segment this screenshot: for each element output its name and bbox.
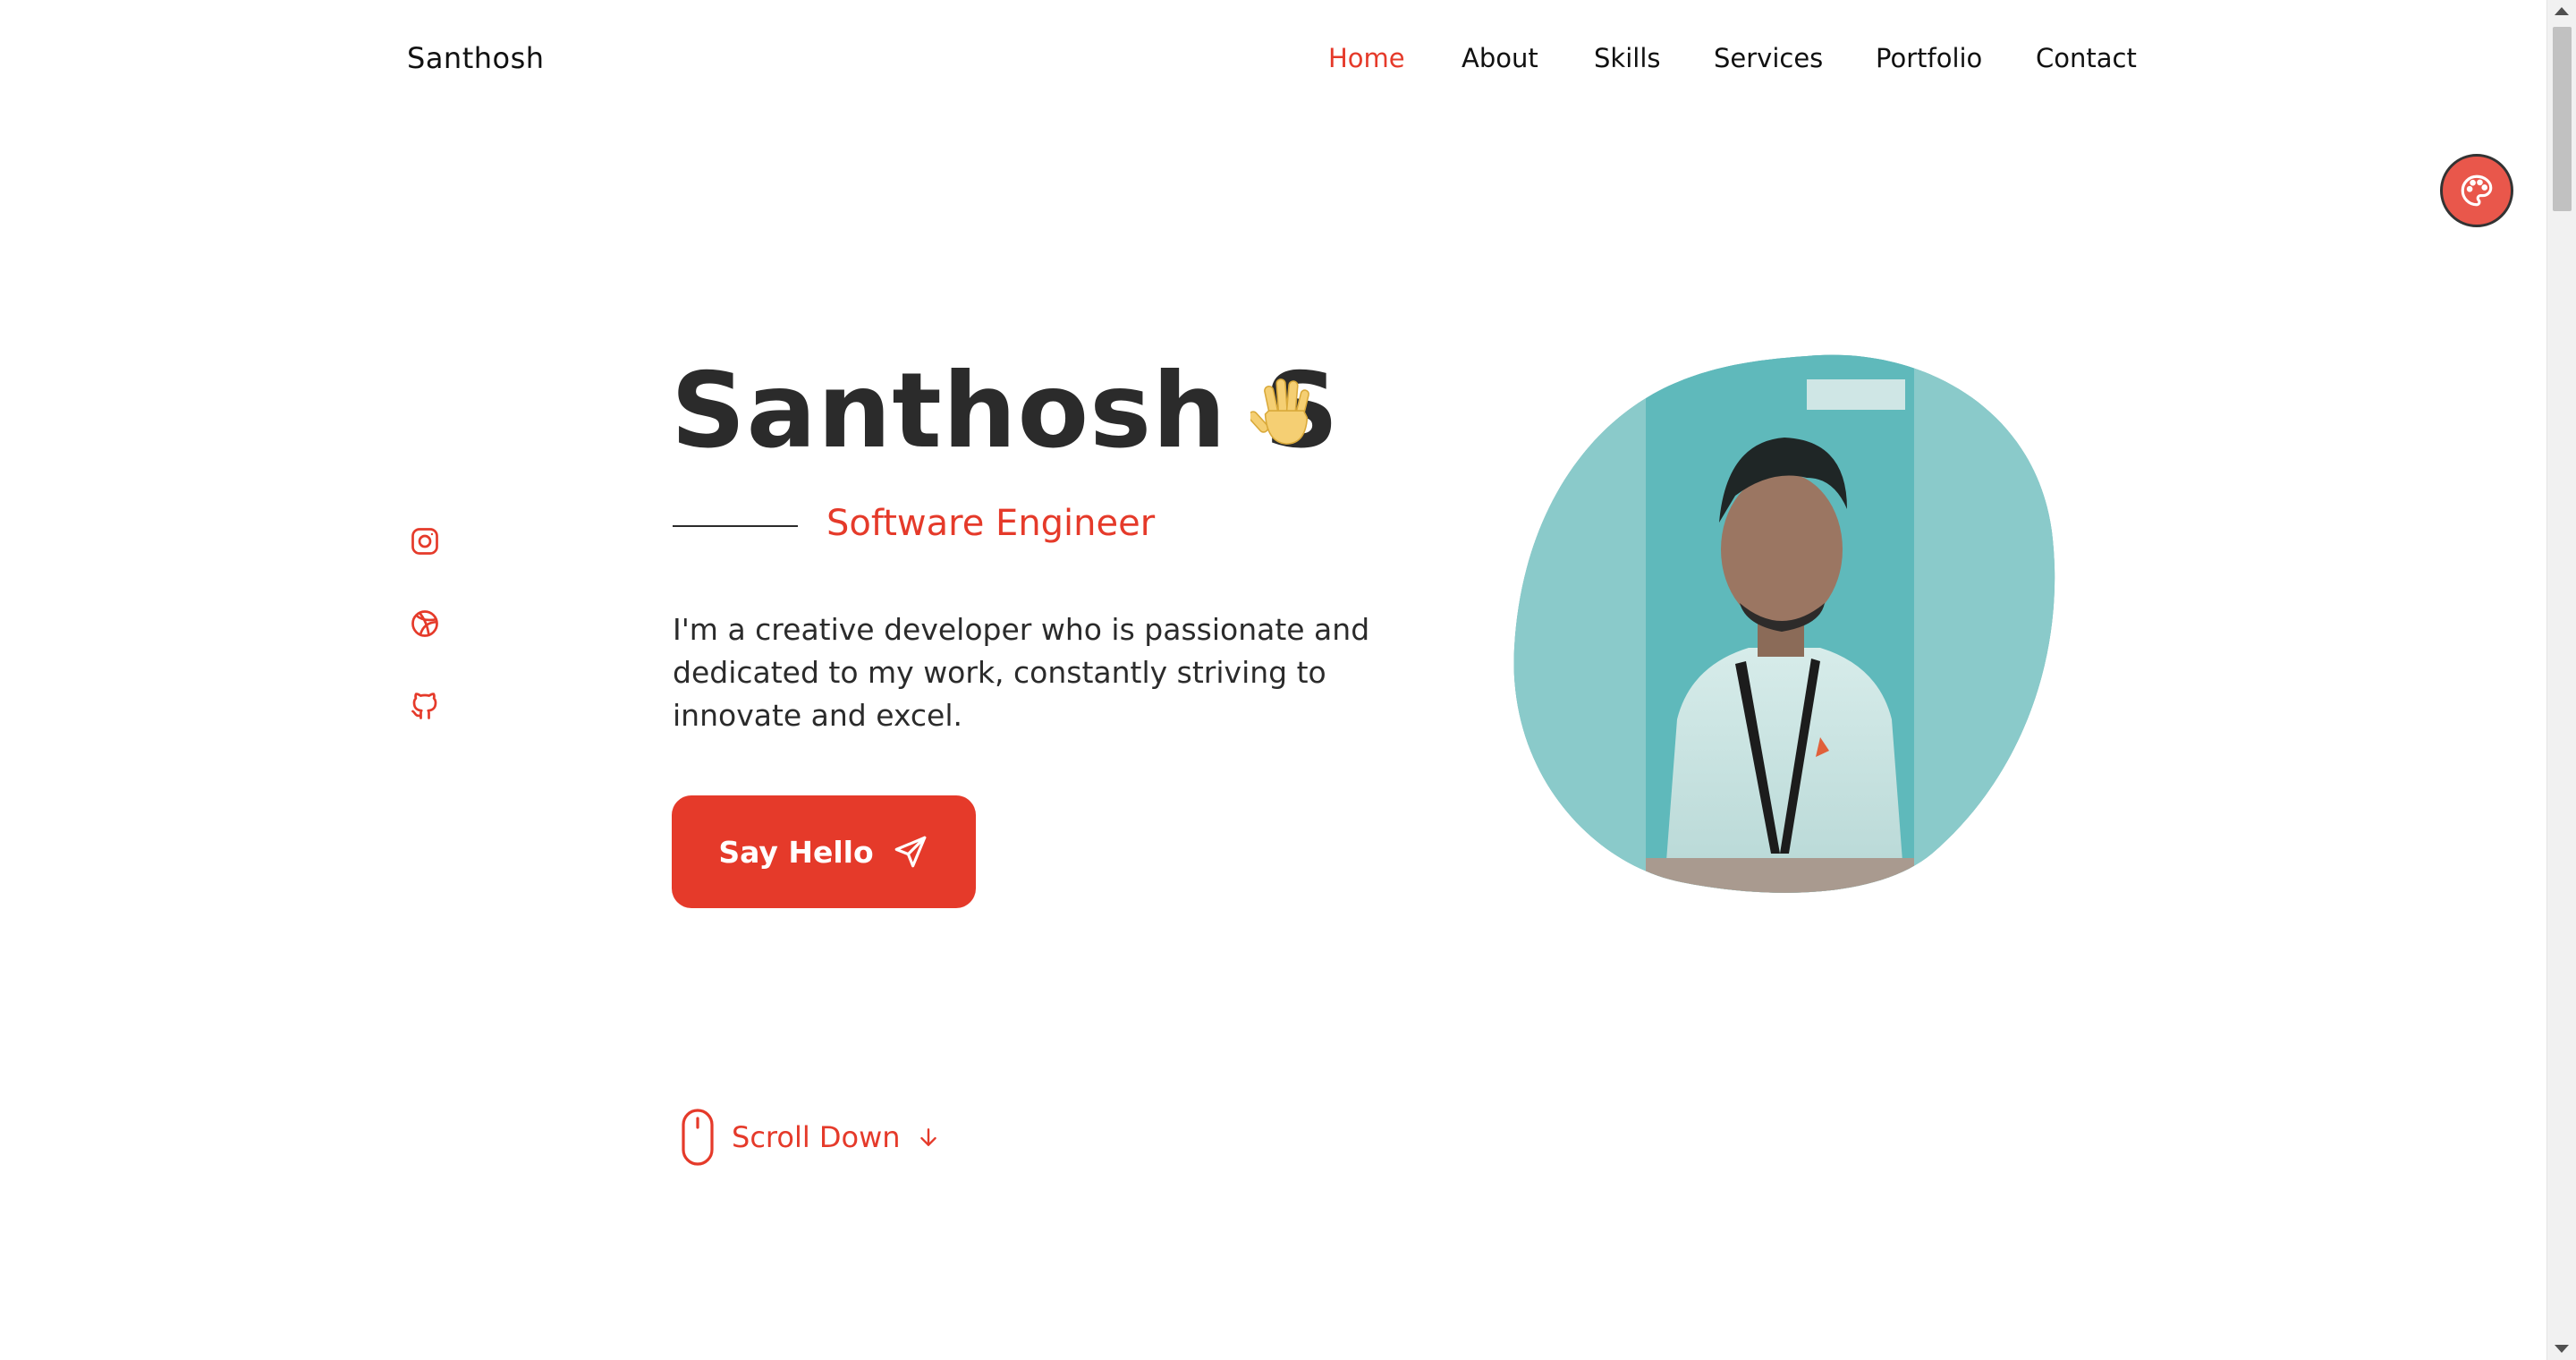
- scroll-down-arrow[interactable]: [2555, 1345, 2569, 1353]
- nav-home[interactable]: Home: [1328, 43, 1405, 73]
- github-link[interactable]: [408, 689, 442, 723]
- dribbble-icon: [411, 610, 438, 637]
- mouse-icon: [682, 1109, 714, 1166]
- hero-subtitle: Software Engineer: [826, 503, 1156, 544]
- palette-icon: [2461, 174, 2493, 207]
- instagram-icon: [411, 528, 438, 555]
- scroll-down-label: Scroll Down: [732, 1120, 901, 1154]
- nav-contact[interactable]: Contact: [2036, 43, 2137, 73]
- say-hello-button[interactable]: Say Hello: [672, 795, 976, 908]
- scrollbar-thumb[interactable]: [2553, 27, 2572, 211]
- hero-name: Santhosh S: [671, 351, 1340, 472]
- scroll-up-arrow[interactable]: [2555, 7, 2569, 15]
- hero-description: I'm a creative developer who is passiona…: [673, 612, 1370, 733]
- scroll-down-link[interactable]: Scroll Down: [680, 1108, 940, 1167]
- profile-photo: [1512, 353, 2059, 897]
- theme-color-button[interactable]: [2440, 154, 2513, 227]
- send-icon: [894, 836, 926, 868]
- nav-services[interactable]: Services: [1714, 43, 1823, 73]
- subtitle-divider: [673, 525, 798, 527]
- say-hello-label: Say Hello: [718, 834, 874, 870]
- nav-skills[interactable]: Skills: [1594, 43, 1660, 73]
- arrow-down-icon: [919, 1128, 936, 1146]
- waving-hand-icon: [1250, 378, 1309, 445]
- profile-photo-blob: [1513, 354, 2055, 893]
- nav-about[interactable]: About: [1462, 43, 1538, 73]
- nav-portfolio[interactable]: Portfolio: [1876, 43, 1982, 73]
- github-icon: [411, 693, 437, 719]
- dribbble-link[interactable]: [408, 607, 442, 641]
- page-scrollbar[interactable]: [2546, 0, 2576, 1360]
- brand-logo[interactable]: Santhosh: [407, 41, 545, 75]
- instagram-link[interactable]: [408, 524, 442, 558]
